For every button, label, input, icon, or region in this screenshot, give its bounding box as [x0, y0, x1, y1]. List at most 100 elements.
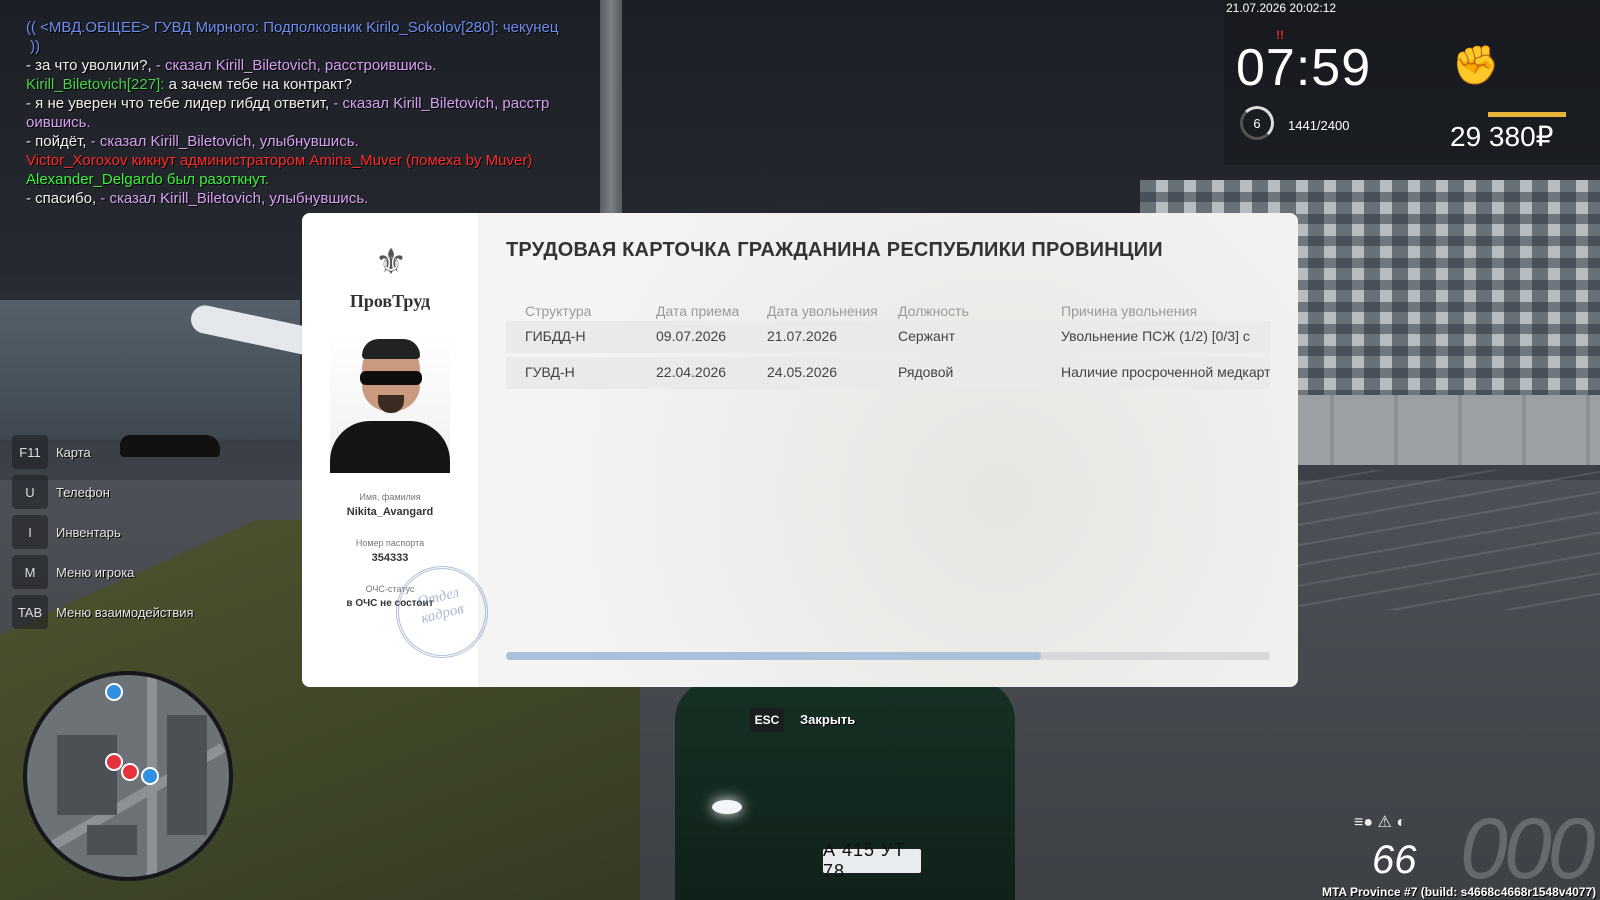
key-hints: F11 Карта U Телефон I Инвентарь M Меню игрок…: [12, 432, 194, 632]
chat-text: - спасибо,: [26, 190, 101, 207]
minimap-marker-icon: [105, 683, 123, 701]
table-cell: Наличие просроченной медкарт: [1061, 364, 1270, 380]
key-label: Телефон: [56, 484, 110, 500]
chat-line: - я не уверен что тебе лидер гибдд ответ…: [26, 94, 666, 113]
avatar-torso: [330, 421, 450, 473]
minimap-block: [167, 715, 207, 835]
chat-text: а зачем тебе на контракт?: [168, 76, 353, 93]
key-hint-map[interactable]: F11 Карта: [12, 432, 194, 472]
minimap[interactable]: [23, 671, 233, 881]
work-card-modal: ⚜ ПровТруд Имя, фамилия Nikita_Avangard …: [302, 213, 1298, 687]
avatar-hair: [362, 339, 420, 359]
minimap-block: [87, 825, 137, 855]
key-cap: F11: [12, 435, 48, 469]
chat-line: Kirill_Biletovich[227]: а зачем тебе на …: [26, 75, 666, 94]
table-row[interactable]: ГИБДД-Н 09.07.2026 21.07.2026 Сержант Ув…: [506, 321, 1270, 353]
card-title: ТРУДОВАЯ КАРТОЧКА ГРАЖДАНИНА РЕСПУБЛИКИ …: [506, 239, 1163, 261]
key-cap: I: [12, 515, 48, 549]
vehicle-status-icons: ≡● ⚠ ◐: [1354, 814, 1406, 831]
chat-text: Kirill_Biletovich[227]:: [26, 76, 169, 93]
road-markings: [1270, 470, 1600, 610]
minimap-block: [57, 735, 117, 815]
key-cap: M: [12, 555, 48, 589]
minimap-marker-icon: [141, 767, 159, 785]
esc-key[interactable]: ESC: [750, 708, 784, 732]
speed-value: 66: [1372, 838, 1417, 882]
chat-text: - я не уверен что тебе лидер гибдд ответ…: [26, 95, 334, 112]
name-label: Имя, фамилия: [359, 492, 421, 502]
passport-label: Номер паспорта: [355, 538, 425, 548]
concrete-fence: [1270, 395, 1600, 465]
chat-text: - сказал Kirill_Biletovich, расстр: [333, 95, 550, 112]
hud-level: 6: [1253, 115, 1261, 131]
column-header: Структура: [525, 303, 592, 319]
table-cell: 21.07.2026: [767, 328, 838, 344]
chat-text: Victor_Xoroxov кикнут администратором Am…: [26, 152, 533, 169]
map-pin-icon: [105, 753, 123, 771]
chat-text: - за что уволили?,: [26, 57, 156, 74]
chat-text: - сказал Kirill_Biletovich, улыбнувшись.: [90, 133, 359, 150]
chat-line: оившись.: [26, 113, 666, 132]
table-cell: Увольнение ПСЖ (1/2) [0/3] с: [1061, 328, 1250, 344]
table-cell: 09.07.2026: [656, 328, 727, 344]
table-row[interactable]: ГУВД-Н 22.04.2026 24.05.2026 Рядовой Нал…: [506, 357, 1270, 389]
key-hint-interaction-menu[interactable]: TAB Меню взаимодействия: [12, 592, 194, 632]
chat-log: (( <МВД.ОБЩЕЕ> ГУВД Мирного: Подполковни…: [26, 18, 666, 208]
key-label: Меню игрока: [56, 564, 135, 580]
column-header: Должность: [898, 303, 969, 319]
chat-text: - сказал Kirill_Biletovich, улыбнувшись.: [100, 190, 369, 207]
table-cell: ГИБДД-Н: [525, 328, 586, 344]
table-cell: Сержант: [898, 328, 955, 344]
license-plate: А 415 УТ 78: [822, 840, 922, 881]
table-cell: 22.04.2026: [656, 364, 727, 380]
avatar: [330, 331, 450, 473]
chat-text: (( <МВД.ОБЩЕЕ> ГУВД Мирного: Подполковни…: [26, 19, 559, 36]
hr-stamp: Отдел кадров: [386, 556, 498, 668]
key-cap: TAB: [12, 595, 48, 629]
hud-money: 29 380₽: [1450, 121, 1554, 152]
key-label: Меню взаимодействия: [56, 604, 194, 620]
chat-text: - сказал Kirill_Biletovich, расстроившис…: [155, 57, 437, 74]
map-pin-icon: [121, 763, 139, 781]
close-button[interactable]: Закрыть: [800, 712, 855, 727]
chat-text: Alexander_Delgardo был разоткнут.: [26, 171, 270, 188]
chat-line: )): [26, 37, 666, 56]
avatar-beard: [378, 395, 404, 413]
key-cap: U: [12, 475, 48, 509]
hud-xp: 1441/2400: [1288, 118, 1350, 133]
passport-number: 354333: [371, 552, 409, 564]
build-info: MTA Province #7 (build: s4668c4668r1548v…: [1322, 885, 1597, 899]
horizontal-scrollbar[interactable]: [506, 652, 1270, 660]
chat-text: оившись.: [26, 114, 91, 131]
table-cell: 24.05.2026: [767, 364, 838, 380]
card-sidebar: ⚜ ПровТруд Имя, фамилия Nikita_Avangard …: [302, 213, 498, 687]
chat-line: Victor_Xoroxov кикнут администратором Am…: [26, 151, 666, 170]
key-hint-inventory[interactable]: I Инвентарь: [12, 512, 194, 552]
column-header: Дата приема: [656, 303, 740, 319]
chat-line: - за что уволили?, - сказал Kirill_Bilet…: [26, 56, 666, 75]
chat-line: - спасибо, - сказал Kirill_Biletovich, у…: [26, 189, 666, 208]
chat-line: Alexander_Delgardo был разоткнут.: [26, 170, 666, 189]
fist-icon: ✊: [1452, 45, 1500, 87]
emblem-icon: ⚜: [374, 241, 408, 282]
chat-line: - пойдёт, - сказал Kirill_Biletovich, ул…: [26, 132, 666, 151]
chat-text: - пойдёт,: [26, 133, 91, 150]
card-brand: ПровТруд: [349, 291, 431, 311]
key-label: Инвентарь: [56, 524, 121, 540]
hud-datetime: 21.07.2026 20:02:12: [1226, 1, 1337, 15]
money-bar: [1488, 112, 1566, 117]
table-cell: Рядовой: [898, 364, 954, 380]
column-header: Дата увольнения: [767, 303, 878, 319]
player-name: Nikita_Avangard: [346, 506, 434, 518]
chat-line: (( <МВД.ОБЩЕЕ> ГУВД Мирного: Подполковни…: [26, 18, 666, 37]
column-header: Причина увольнения: [1061, 303, 1198, 319]
key-hint-player-menu[interactable]: M Меню игрока: [12, 552, 194, 592]
chat-text: )): [26, 38, 41, 55]
scrollbar-thumb[interactable]: [506, 652, 1041, 660]
hud-clock: 07:59: [1236, 39, 1372, 97]
key-label: Карта: [56, 444, 91, 460]
key-hint-phone[interactable]: U Телефон: [12, 472, 194, 512]
van-headlight: [712, 800, 742, 814]
avatar-glasses: [360, 371, 422, 385]
table-cell: ГУВД-Н: [525, 364, 575, 380]
